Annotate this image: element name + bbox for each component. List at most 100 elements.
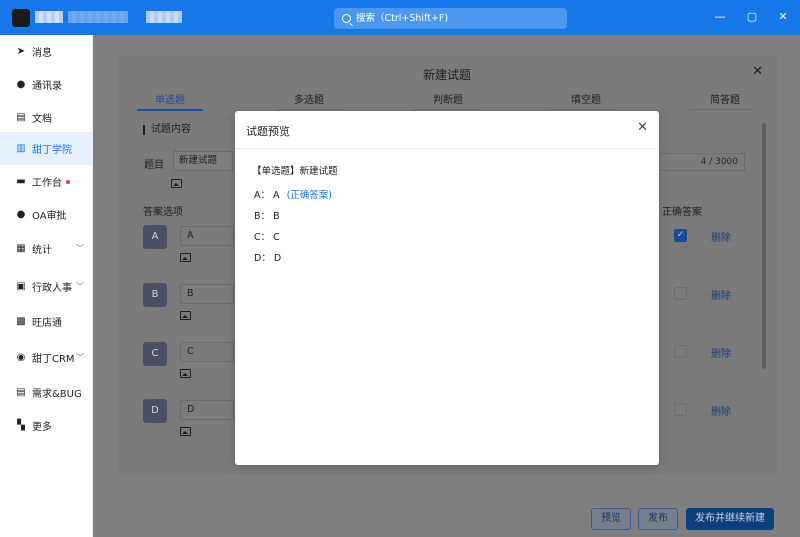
sidebar-item-workbench[interactable]: ▬ 工作台 [0, 165, 93, 198]
sidebar-item-docs[interactable]: ▤ 文档 [0, 101, 93, 134]
person-icon: ● [16, 78, 26, 90]
tab-true-false[interactable]: 判断题 [433, 91, 463, 106]
sidebar-item-oa[interactable]: ● OA审批 [0, 198, 93, 231]
tab-multiple-choice[interactable]: 多选题 [294, 91, 324, 106]
publish-button[interactable]: 发布 [638, 508, 678, 530]
grid-icon: ▚ [17, 419, 25, 431]
option-badge: B [143, 283, 167, 307]
sidebar-item-label: 工作台 [32, 178, 62, 189]
chevron-down-icon: ﹀ [76, 282, 84, 291]
sidebar-item-label: 消息 [32, 48, 52, 59]
restore-icon[interactable]: ▢ [745, 10, 759, 24]
folder-icon: ▣ [16, 280, 26, 292]
sidebar-item-label: 通讯录 [32, 81, 62, 92]
delete-option-button[interactable]: 删除 [711, 403, 731, 418]
title-bar: 搜索（Ctrl+Shift+F) — ▢ ✕ [0, 0, 800, 35]
active-tab-indicator [137, 109, 203, 111]
correct-answer-label: 正确答案 [662, 207, 702, 218]
correct-answer-tag: (正确答案) [286, 190, 332, 201]
option-input[interactable]: B [180, 284, 234, 304]
blurred-status [146, 11, 182, 23]
option-input[interactable]: C [180, 342, 234, 362]
preview-option: D： D [254, 253, 282, 264]
options-label: 答案选项 [143, 207, 183, 218]
tab-fill-blank[interactable]: 填空题 [571, 91, 601, 106]
image-upload-icon[interactable] [171, 179, 182, 188]
sidebar-item-label: 旺店通 [32, 318, 62, 329]
close-window-icon[interactable]: ✕ [776, 10, 790, 24]
shop-icon: ▩ [16, 315, 26, 327]
sidebar-item-label: 文档 [32, 114, 52, 125]
preview-option: C： C [254, 232, 280, 243]
sidebar: ➤ 消息 ● 通讯录 ▤ 文档 ▥ 甜丁学院 ▬ 工作台 ● OA审批 ▦ 统计… [0, 35, 93, 537]
delete-option-button[interactable]: 删除 [711, 229, 731, 244]
sidebar-item-stats[interactable]: ▦ 统计 ﹀ [0, 232, 93, 265]
crm-icon: ◉ [16, 351, 26, 363]
person-icon: ● [16, 208, 26, 220]
blurred-username [35, 11, 63, 23]
minimize-icon[interactable]: — [713, 10, 727, 24]
image-upload-icon[interactable] [180, 253, 191, 262]
blurred-org-name [68, 11, 128, 23]
sidebar-item-label: 甜丁CRM [32, 354, 75, 365]
preview-option: A： A (正确答案) [254, 190, 332, 201]
preview-dialog: 试题预览 ✕ 【单选题】新建试题 A： A (正确答案) B： B C： C D… [235, 111, 659, 465]
monitor-icon: ▬ [16, 175, 26, 187]
image-upload-icon[interactable] [180, 311, 191, 320]
divider [235, 148, 659, 149]
document-icon: ▤ [16, 111, 26, 123]
correct-checkbox[interactable] [674, 345, 687, 358]
question-input[interactable]: 新建试题 [173, 151, 233, 171]
question-label: 题目 [144, 160, 164, 171]
sidebar-item-shop[interactable]: ▩ 旺店通 [0, 305, 93, 338]
sidebar-item-label: 统计 [32, 245, 52, 256]
image-upload-icon[interactable] [180, 369, 191, 378]
tab-short-answer[interactable]: 简答题 [710, 91, 740, 106]
app-logo-icon [12, 9, 30, 27]
image-upload-icon[interactable] [180, 427, 191, 436]
option-badge: D [143, 399, 167, 423]
preview-question: 【单选题】新建试题 [252, 166, 338, 177]
search-input[interactable]: 搜索（Ctrl+Shift+F) [334, 8, 567, 29]
sidebar-item-label: 甜丁学院 [32, 145, 72, 156]
sidebar-item-label: 行政人事 [32, 283, 72, 294]
publish-continue-button[interactable]: 发布并继续新建 [686, 508, 774, 530]
form-title: 新建试题 [422, 68, 471, 82]
char-counter: 4 / 3000 [657, 153, 745, 171]
correct-checkbox[interactable]: ✓ [674, 229, 687, 242]
tab-single-choice[interactable]: 单选题 [155, 91, 185, 106]
option-badge: C [143, 342, 167, 366]
search-icon [342, 14, 351, 23]
sidebar-item-hr[interactable]: ▣ 行政人事 ﹀ [0, 270, 93, 303]
section-title: 试题内容 [143, 125, 191, 135]
sidebar-item-bug[interactable]: ▤ 需求&BUG [0, 376, 93, 409]
sidebar-item-label: 更多 [32, 422, 52, 433]
sidebar-item-label: OA审批 [32, 211, 67, 222]
send-icon: ➤ [16, 45, 26, 57]
chevron-down-icon: ﹀ [76, 244, 84, 253]
chart-icon: ▦ [16, 242, 26, 254]
delete-option-button[interactable]: 删除 [711, 287, 731, 302]
option-badge: A [143, 225, 167, 249]
sidebar-item-academy[interactable]: ▥ 甜丁学院 [0, 132, 93, 165]
correct-checkbox[interactable] [674, 403, 687, 416]
clipboard-icon: ▤ [16, 386, 26, 398]
notification-dot [66, 180, 70, 184]
option-input[interactable]: A [180, 226, 234, 246]
sidebar-item-label: 需求&BUG [32, 389, 82, 400]
close-icon[interactable]: ✕ [637, 120, 648, 135]
delete-option-button[interactable]: 删除 [711, 345, 731, 360]
chevron-down-icon: ﹀ [76, 353, 84, 362]
scrollbar[interactable] [762, 123, 766, 369]
close-icon[interactable]: ✕ [752, 64, 763, 79]
sidebar-item-crm[interactable]: ◉ 甜丁CRM ﹀ [0, 341, 93, 374]
preview-button[interactable]: 预览 [591, 508, 631, 530]
books-icon: ▥ [16, 142, 26, 154]
sidebar-item-more[interactable]: ▚ 更多 [0, 409, 93, 442]
preview-option: B： B [254, 211, 280, 222]
dialog-title: 试题预览 [246, 125, 290, 138]
sidebar-item-messages[interactable]: ➤ 消息 [0, 35, 93, 68]
option-input[interactable]: D [180, 400, 234, 420]
correct-checkbox[interactable] [674, 287, 687, 300]
sidebar-item-contacts[interactable]: ● 通讯录 [0, 68, 93, 101]
